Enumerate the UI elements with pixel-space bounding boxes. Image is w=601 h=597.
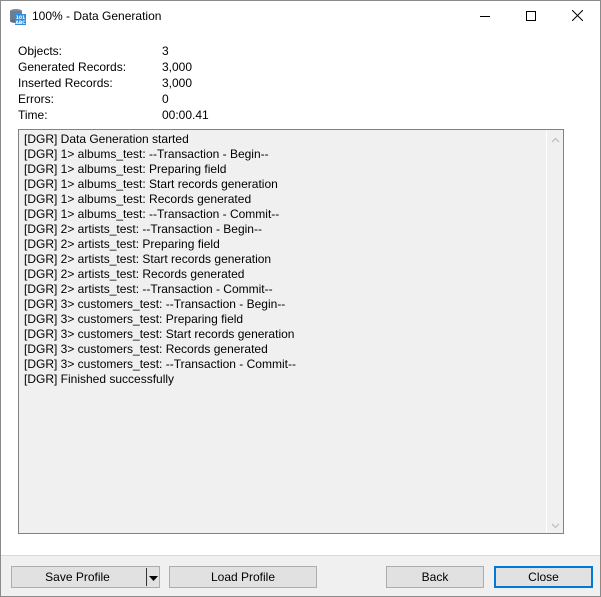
- log-line: [DGR] 1> albums_test: Records generated: [24, 192, 252, 206]
- database-101-abc-icon: 101 ABC: [9, 8, 26, 26]
- stat-generated-records: Generated Records: 3,000: [18, 60, 318, 76]
- minimize-button[interactable]: [462, 1, 508, 32]
- scroll-down-button[interactable]: [547, 516, 563, 533]
- save-profile-dropdown[interactable]: [147, 567, 159, 587]
- minimize-icon: [480, 10, 490, 24]
- maximize-button[interactable]: [508, 1, 554, 32]
- stat-label: Objects:: [18, 44, 63, 58]
- stat-value: 0: [162, 92, 169, 106]
- close-window-button[interactable]: [554, 1, 600, 32]
- stat-time: Time: 00:00.41: [18, 108, 318, 124]
- log-line: [DGR] 1> albums_test: Start records gene…: [24, 177, 278, 191]
- log-output[interactable]: [DGR] Data Generation started [DGR] 1> a…: [18, 129, 564, 534]
- log-line: [DGR] 3> customers_test: --Transaction -…: [24, 297, 286, 311]
- load-profile-button[interactable]: Load Profile: [169, 566, 317, 588]
- chevron-up-icon: [551, 132, 560, 146]
- log-line: [DGR] 3> customers_test: --Transaction -…: [24, 357, 296, 371]
- title-bar: 101 ABC 100% - Data Generation: [1, 1, 600, 32]
- stat-inserted-records: Inserted Records: 3,000: [18, 76, 318, 92]
- log-line: [DGR] 1> albums_test: --Transaction - Be…: [24, 147, 269, 161]
- log-line: [DGR] 1> albums_test: --Transaction - Co…: [24, 207, 280, 221]
- window-title: 100% - Data Generation: [32, 9, 162, 23]
- stat-value: 3: [162, 44, 169, 58]
- stat-value: 00:00.41: [162, 108, 209, 122]
- vertical-scrollbar[interactable]: [546, 130, 563, 533]
- log-line: [DGR] 3> customers_test: Preparing field: [24, 312, 244, 326]
- data-generation-dialog: 101 ABC 100% - Data Generation Objects: …: [0, 0, 601, 597]
- log-lines: [DGR] Data Generation started [DGR] 1> a…: [24, 132, 543, 387]
- close-icon: [571, 9, 583, 24]
- caret-down-icon: [148, 570, 158, 584]
- stat-label: Errors:: [18, 92, 54, 106]
- back-button[interactable]: Back: [386, 566, 484, 588]
- log-line: [DGR] 2> artists_test: Start records gen…: [24, 252, 272, 266]
- scroll-up-button[interactable]: [547, 130, 563, 147]
- stat-label: Inserted Records:: [18, 76, 113, 90]
- stat-label: Generated Records:: [18, 60, 127, 74]
- log-line: [DGR] 3> customers_test: Records generat…: [24, 342, 268, 356]
- log-line: [DGR] 2> artists_test: --Transaction - B…: [24, 222, 262, 236]
- stat-value: 3,000: [162, 76, 193, 90]
- stat-objects: Objects: 3: [18, 44, 318, 60]
- log-line: [DGR] 3> customers_test: Start records g…: [24, 327, 295, 341]
- stat-label: Time:: [18, 108, 48, 122]
- stat-value: 3,000: [162, 60, 193, 74]
- stats-panel: Objects: 3 Generated Records: 3,000 Inse…: [18, 44, 318, 124]
- log-line: [DGR] Finished successfully: [24, 372, 175, 386]
- log-line: [DGR] 1> albums_test: Preparing field: [24, 162, 227, 176]
- svg-text:ABC: ABC: [15, 20, 26, 25]
- log-line: [DGR] 2> artists_test: Records generated: [24, 267, 245, 281]
- save-profile-button[interactable]: Save Profile: [12, 567, 143, 587]
- maximize-icon: [526, 10, 536, 24]
- log-line: [DGR] 2> artists_test: --Transaction - C…: [24, 282, 273, 296]
- save-profile-split-button: Save Profile: [11, 566, 160, 588]
- close-button[interactable]: Close: [494, 566, 593, 588]
- stat-errors: Errors: 0: [18, 92, 318, 108]
- log-line: [DGR] Data Generation started: [24, 132, 189, 146]
- log-line: [DGR] 2> artists_test: Preparing field: [24, 237, 220, 251]
- chevron-down-icon: [551, 518, 560, 532]
- button-bar: Save Profile Load Profile Back Close: [1, 555, 600, 596]
